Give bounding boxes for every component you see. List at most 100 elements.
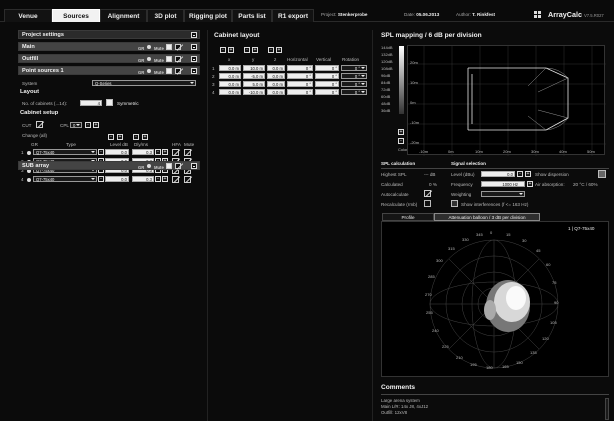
recalculate-button[interactable]	[424, 200, 431, 207]
hfa-toggle[interactable]	[172, 176, 179, 183]
weighting-select[interactable]	[481, 191, 525, 197]
horizontal-input[interactable]: 0 °	[287, 73, 313, 79]
edit-icon[interactable]	[175, 68, 181, 74]
cpl-value[interactable]: 0	[70, 122, 82, 128]
delay-input[interactable]: 0.3	[132, 149, 154, 155]
tab-parts-list[interactable]: Parts list	[232, 9, 272, 22]
mute-checkbox[interactable]	[166, 44, 172, 50]
delay-plus-all-button[interactable]: +	[142, 134, 148, 140]
scale-down-button[interactable]: -	[398, 138, 404, 144]
collapse-icon[interactable]	[191, 68, 197, 74]
cut-tool-icon[interactable]	[36, 121, 43, 128]
tab-r1-export[interactable]: R1 export	[272, 9, 314, 22]
delay-plus-button[interactable]: +	[162, 149, 168, 155]
tab-profile[interactable]: Profile	[382, 213, 434, 221]
horizontal-input[interactable]: 0 °	[287, 65, 313, 71]
level-plus-all-button[interactable]: +	[117, 134, 123, 140]
outfill-source-header[interactable]: Outfill GR Mute	[18, 54, 200, 63]
sub-array-header[interactable]: SUB array GR Mute	[18, 161, 200, 170]
mute-checkbox[interactable]	[166, 163, 172, 169]
y-input[interactable]: 10.0 m	[243, 65, 265, 71]
vertical-input[interactable]: 0 °	[315, 89, 339, 95]
gr-indicator[interactable]	[27, 151, 31, 155]
gr-indicator[interactable]	[147, 57, 151, 61]
level-input[interactable]: 0.0	[105, 149, 129, 155]
level-minus-all-button[interactable]: -	[108, 134, 114, 140]
gr-indicator[interactable]	[147, 164, 151, 168]
level-minus-button[interactable]: -	[517, 171, 523, 177]
tab-sources[interactable]: Sources	[52, 9, 100, 22]
tab-rigging-plot[interactable]: Rigging plot	[184, 9, 232, 22]
point-sources-header[interactable]: Point sources 1 GR Mute	[18, 66, 200, 75]
symmetric-checkbox[interactable]	[106, 99, 113, 106]
delay-input[interactable]: 0.3	[132, 176, 154, 182]
y-minus-button[interactable]: -	[244, 47, 250, 53]
main-source-header[interactable]: Main GR Mute	[18, 42, 200, 51]
collapse-icon[interactable]	[191, 163, 197, 169]
level-input[interactable]: 0.0	[481, 171, 515, 177]
vertical-input[interactable]: 0 °	[315, 73, 339, 79]
z-input[interactable]: 0.0 m	[267, 89, 285, 95]
comments-textarea[interactable]: Large arena system Main L/R: 14x J8, 4xJ…	[381, 398, 603, 420]
frequency-select[interactable]: 1000 Hz	[481, 181, 525, 187]
cabinet-type-select[interactable]: Q7-75x40	[33, 176, 97, 182]
collapse-icon[interactable]	[191, 44, 197, 50]
comments-scrollbar[interactable]	[605, 398, 609, 420]
gr-indicator[interactable]	[27, 178, 31, 182]
x-input[interactable]: 0.0 m	[219, 65, 241, 71]
x-input[interactable]: 0.0 m	[219, 89, 241, 95]
y-input[interactable]: 5.0 m	[243, 81, 265, 87]
project-settings-header[interactable]: Project settings	[18, 30, 200, 39]
cpl-plus-button[interactable]: +	[93, 122, 99, 128]
edit-icon[interactable]	[175, 163, 181, 169]
edit-icon[interactable]	[175, 44, 181, 50]
level-minus-button[interactable]: -	[98, 149, 104, 155]
autocalculate-toggle[interactable]	[424, 190, 431, 197]
rotation-select[interactable]: 0 °	[341, 81, 367, 87]
horizontal-input[interactable]: 0 °	[287, 81, 313, 87]
mute-checkbox[interactable]	[166, 68, 172, 74]
spl-plot[interactable]: 20m 10m 0m -10m -20m -10m 0m 10m 20m 30m…	[407, 45, 606, 156]
delay-minus-button[interactable]: -	[155, 176, 161, 182]
hfa-toggle[interactable]	[172, 149, 179, 156]
balloon-view[interactable]: 1 | Q7-75x40 0 15 30 45 60 75 90 105 120…	[381, 221, 609, 377]
y-input[interactable]: -5.0 m	[243, 73, 265, 79]
mute-checkbox[interactable]	[166, 56, 172, 62]
tab-3d-plot[interactable]: 3D plot	[147, 9, 184, 22]
delay-minus-button[interactable]: -	[155, 149, 161, 155]
vertical-input[interactable]: 0 °	[315, 65, 339, 71]
z-plus-button[interactable]: +	[276, 47, 282, 53]
collapse-icon[interactable]	[191, 56, 197, 62]
tab-attenuation-balloon[interactable]: Attenuation balloon / 3 dB per division	[434, 213, 540, 221]
z-minus-button[interactable]: -	[268, 47, 274, 53]
x-input[interactable]: 0.0 m	[219, 73, 241, 79]
vertical-input[interactable]: 0 °	[315, 81, 339, 87]
tab-alignment[interactable]: Alignment	[100, 9, 147, 22]
cabinets-count-input[interactable]: 4	[80, 100, 102, 106]
cpl-minus-button[interactable]: -	[85, 122, 91, 128]
system-select[interactable]: Q-Series	[92, 80, 196, 86]
delay-minus-all-button[interactable]: -	[133, 134, 139, 140]
y-input[interactable]: -10.0 m	[243, 89, 265, 95]
rotation-select[interactable]: 0 °	[341, 89, 367, 95]
frequency-step-button[interactable]: +	[527, 181, 533, 187]
scale-up-button[interactable]: +	[398, 129, 404, 135]
gr-indicator[interactable]	[147, 45, 151, 49]
level-plus-button[interactable]: +	[525, 171, 531, 177]
level-input[interactable]: 0.0	[105, 176, 129, 182]
x-minus-button[interactable]: -	[220, 47, 226, 53]
y-plus-button[interactable]: +	[252, 47, 258, 53]
show-interferences-checkbox[interactable]	[451, 200, 458, 207]
grid-menu-icon[interactable]	[534, 11, 541, 18]
horizontal-input[interactable]: 0 °	[287, 89, 313, 95]
mute-toggle[interactable]	[184, 176, 191, 183]
z-input[interactable]: 0.0 m	[267, 81, 285, 87]
tab-venue[interactable]: Venue	[4, 9, 52, 22]
delay-plus-button[interactable]: +	[162, 176, 168, 182]
x-plus-button[interactable]: +	[228, 47, 234, 53]
rotation-select[interactable]: 0 °	[341, 73, 367, 79]
show-dispersion-checkbox[interactable]	[598, 170, 606, 178]
x-input[interactable]: 0.0 m	[219, 81, 241, 87]
cabinet-type-select[interactable]: Q7-75x40	[33, 149, 97, 155]
edit-icon[interactable]	[175, 56, 181, 62]
